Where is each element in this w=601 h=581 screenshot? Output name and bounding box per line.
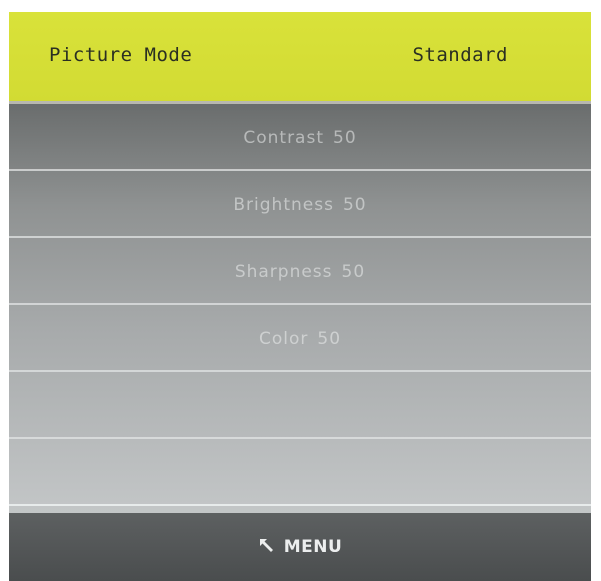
empty-row bbox=[9, 372, 591, 439]
color-label: Color bbox=[258, 329, 309, 349]
picture-mode-row[interactable]: Picture Mode Standard bbox=[9, 12, 591, 104]
picture-mode-label: Picture Mode bbox=[49, 44, 193, 66]
brightness-label: Brightness bbox=[233, 195, 334, 215]
color-row[interactable]: Color 50 bbox=[9, 305, 591, 372]
settings-list: Contrast 50 Brightness 50 Sharpness 50 Colo… bbox=[9, 104, 591, 513]
return-arrow-icon bbox=[259, 539, 273, 552]
picture-mode-value: Standard bbox=[412, 44, 508, 66]
sharpness-label: Sharpness bbox=[234, 262, 333, 282]
contrast-row[interactable]: Contrast 50 bbox=[9, 104, 591, 171]
menu-footer[interactable]: MENU bbox=[9, 513, 591, 581]
contrast-value: 50 bbox=[333, 128, 357, 148]
sharpness-value: 50 bbox=[341, 262, 366, 282]
osd-screen: Picture Mode Standard Contrast 50 Brightn… bbox=[9, 12, 591, 581]
sharpness-row[interactable]: Sharpness 50 bbox=[9, 238, 591, 305]
brightness-value: 50 bbox=[342, 195, 367, 215]
brightness-row[interactable]: Brightness 50 bbox=[9, 171, 591, 238]
menu-label: MENU bbox=[283, 537, 343, 557]
color-value: 50 bbox=[317, 329, 342, 349]
contrast-label: Contrast bbox=[243, 128, 324, 148]
empty-row bbox=[9, 439, 591, 506]
